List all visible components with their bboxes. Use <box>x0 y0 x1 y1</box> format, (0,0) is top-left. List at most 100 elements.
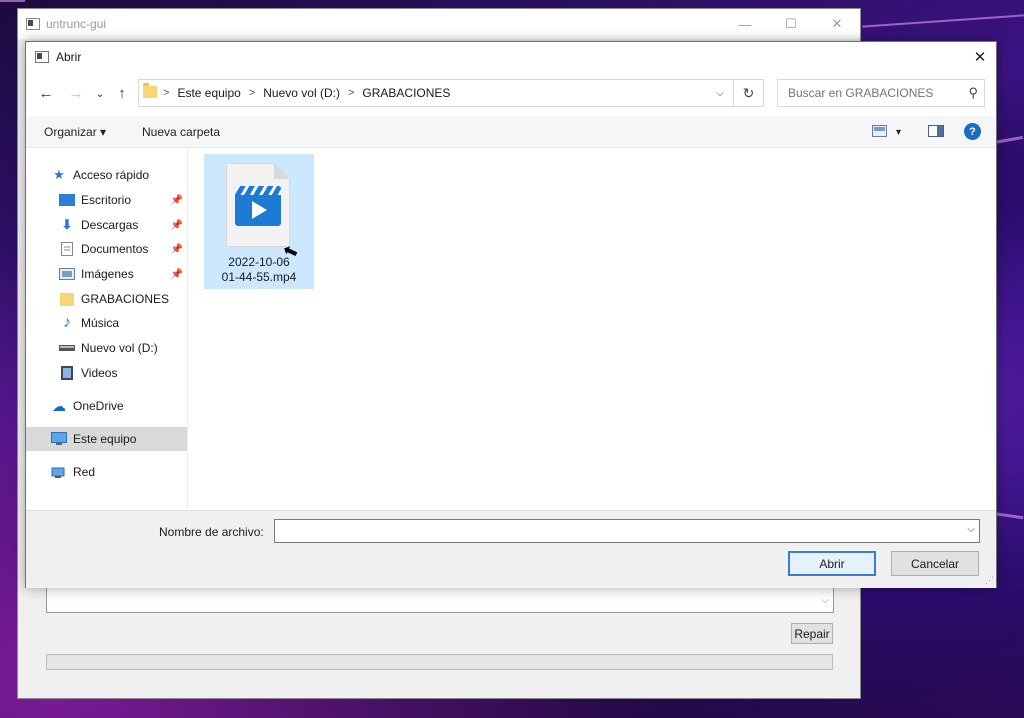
download-icon: ⬇ <box>61 217 73 232</box>
nav-this-pc[interactable]: Este equipo <box>26 427 187 451</box>
file-name-line1: 2022-10-06 <box>228 255 290 269</box>
dialog-titlebar: Abrir ✕ <box>26 42 996 72</box>
nav-item-descargas[interactable]: ⬇ Descargas 📌 <box>26 213 187 237</box>
dialog-close-button[interactable]: ✕ <box>964 42 996 72</box>
breadcrumb-this-pc[interactable]: Este equipo <box>177 86 240 100</box>
background-stripe <box>0 0 25 2</box>
minimize-button[interactable]: — <box>722 9 768 39</box>
repair-progress-bar <box>46 654 833 670</box>
search-input[interactable] <box>786 80 956 106</box>
breadcrumb-grabaciones[interactable]: GRABACIONES <box>362 86 450 100</box>
chevron-down-icon: ⌵ <box>821 594 829 606</box>
nav-item-label: Nuevo vol (D:) <box>81 341 158 355</box>
nav-item-label: Escritorio <box>81 193 132 207</box>
desktop-icon <box>59 193 75 207</box>
breadcrumb: > Este equipo > Nuevo vol (D:) > GRABACI… <box>163 80 450 106</box>
navigation-row: ← → ⌄ ↑ > Este equipo > Nuevo vol (D:) >… <box>26 77 996 109</box>
filename-label: Nombre de archivo: <box>159 525 264 539</box>
background-stripe <box>862 14 1024 28</box>
breadcrumb-separator: > <box>347 87 355 99</box>
video-file-icon <box>235 186 281 226</box>
nav-network[interactable]: Red <box>26 460 187 484</box>
nav-item-label: Música <box>81 316 120 330</box>
new-folder-button[interactable]: Nueva carpeta <box>142 116 220 148</box>
pictures-icon <box>59 267 75 281</box>
nav-quick-access-label: Acceso rápido <box>73 168 150 182</box>
pin-icon[interactable]: 📌 <box>171 195 183 206</box>
network-icon <box>51 465 67 479</box>
navigation-pane: ★ Acceso rápido Escritorio 📌 ⬇ Descargas… <box>26 149 188 509</box>
breadcrumb-drive[interactable]: Nuevo vol (D:) <box>263 86 340 100</box>
nav-item-label: Imágenes <box>81 267 134 281</box>
nav-item-label: Videos <box>81 366 118 380</box>
drive-icon <box>59 341 75 355</box>
play-icon <box>252 201 267 219</box>
dialog-icon <box>35 51 49 63</box>
open-file-dialog: Abrir ✕ ← → ⌄ ↑ > Este equipo > Nuevo vo… <box>25 41 997 588</box>
untrunc-title: untrunc-gui <box>46 17 107 31</box>
nav-quick-access[interactable]: ★ Acceso rápido <box>26 163 187 187</box>
nav-item-label: GRABACIONES <box>81 292 170 306</box>
nav-item-videos[interactable]: Videos <box>26 361 187 385</box>
preview-pane-icon[interactable] <box>928 124 944 138</box>
nav-onedrive[interactable]: ☁ OneDrive <box>26 394 187 418</box>
file-document-icon <box>226 163 290 247</box>
videos-icon <box>59 366 75 380</box>
refresh-icon[interactable]: ↻ <box>733 80 763 106</box>
address-bar[interactable]: > Este equipo > Nuevo vol (D:) > GRABACI… <box>138 79 764 107</box>
nav-item-musica[interactable]: ♪ Música <box>26 311 187 335</box>
nav-item-drive[interactable]: Nuevo vol (D:) <box>26 336 187 360</box>
filename-input[interactable] <box>279 520 959 542</box>
forward-arrow-icon[interactable]: → <box>66 81 86 105</box>
chevron-down-icon[interactable]: ⌵ <box>967 524 975 535</box>
folder-icon <box>143 83 157 98</box>
chevron-down-icon[interactable]: ⌵ <box>709 80 731 106</box>
nav-this-pc-label: Este equipo <box>73 432 137 446</box>
nav-onedrive-label: OneDrive <box>73 399 124 413</box>
star-icon: ★ <box>53 167 65 182</box>
nav-item-label: Descargas <box>81 218 139 232</box>
window-controls: — ☐ ✕ <box>722 9 860 39</box>
cancel-button[interactable]: Cancelar <box>891 551 979 576</box>
output-field[interactable]: ⌵ <box>46 587 834 613</box>
document-icon <box>59 242 75 256</box>
pin-icon[interactable]: 📌 <box>171 220 183 231</box>
search-box: ⚲ <box>777 79 985 107</box>
command-toolbar: Organizar ▾ Nueva carpeta ▾ ? <box>26 116 996 148</box>
close-button[interactable]: ✕ <box>814 9 860 39</box>
up-arrow-icon[interactable]: ↑ <box>112 81 132 105</box>
dialog-footer: Nombre de archivo: ⌵ Abrir Cancelar ⋰ <box>26 510 996 588</box>
pin-icon[interactable]: 📌 <box>171 269 183 280</box>
view-dropdown-icon[interactable]: ▾ <box>896 116 901 148</box>
help-icon[interactable]: ? <box>964 123 981 140</box>
file-name-line2: 01-44-55.mp4 <box>221 270 297 284</box>
maximize-button[interactable]: ☐ <box>768 9 814 39</box>
pin-icon[interactable]: 📌 <box>171 244 183 255</box>
filename-combobox: ⌵ <box>274 519 980 543</box>
app-icon <box>26 18 40 30</box>
recent-locations-icon[interactable]: ⌄ <box>90 81 110 105</box>
nav-item-imagenes[interactable]: Imágenes 📌 <box>26 262 187 286</box>
dialog-title: Abrir <box>56 50 82 64</box>
untrunc-titlebar: untrunc-gui — ☐ ✕ <box>18 9 860 39</box>
search-icon[interactable]: ⚲ <box>968 85 978 101</box>
repair-button[interactable]: Repair <box>791 623 833 644</box>
organize-button[interactable]: Organizar ▾ <box>44 116 106 148</box>
change-view-icon[interactable] <box>872 124 888 138</box>
nav-item-escritorio[interactable]: Escritorio 📌 <box>26 188 187 212</box>
file-list: 2022-10-06 01-44-55.mp4 ⬉ <box>189 149 996 509</box>
cloud-icon: ☁ <box>52 397 66 414</box>
nav-network-label: Red <box>73 465 96 479</box>
resize-grip-icon[interactable]: ⋰ <box>985 575 994 586</box>
breadcrumb-separator: > <box>248 87 256 99</box>
folder-icon <box>59 292 75 306</box>
file-item[interactable]: 2022-10-06 01-44-55.mp4 ⬉ <box>204 154 314 289</box>
back-arrow-icon[interactable]: ← <box>36 81 56 105</box>
music-icon: ♪ <box>63 314 71 331</box>
open-button[interactable]: Abrir <box>788 551 876 576</box>
nav-item-label: Documentos <box>81 242 149 256</box>
nav-item-grabaciones[interactable]: GRABACIONES <box>26 287 187 311</box>
nav-item-documentos[interactable]: Documentos 📌 <box>26 237 187 261</box>
computer-icon <box>51 432 67 446</box>
breadcrumb-separator: > <box>163 87 170 99</box>
